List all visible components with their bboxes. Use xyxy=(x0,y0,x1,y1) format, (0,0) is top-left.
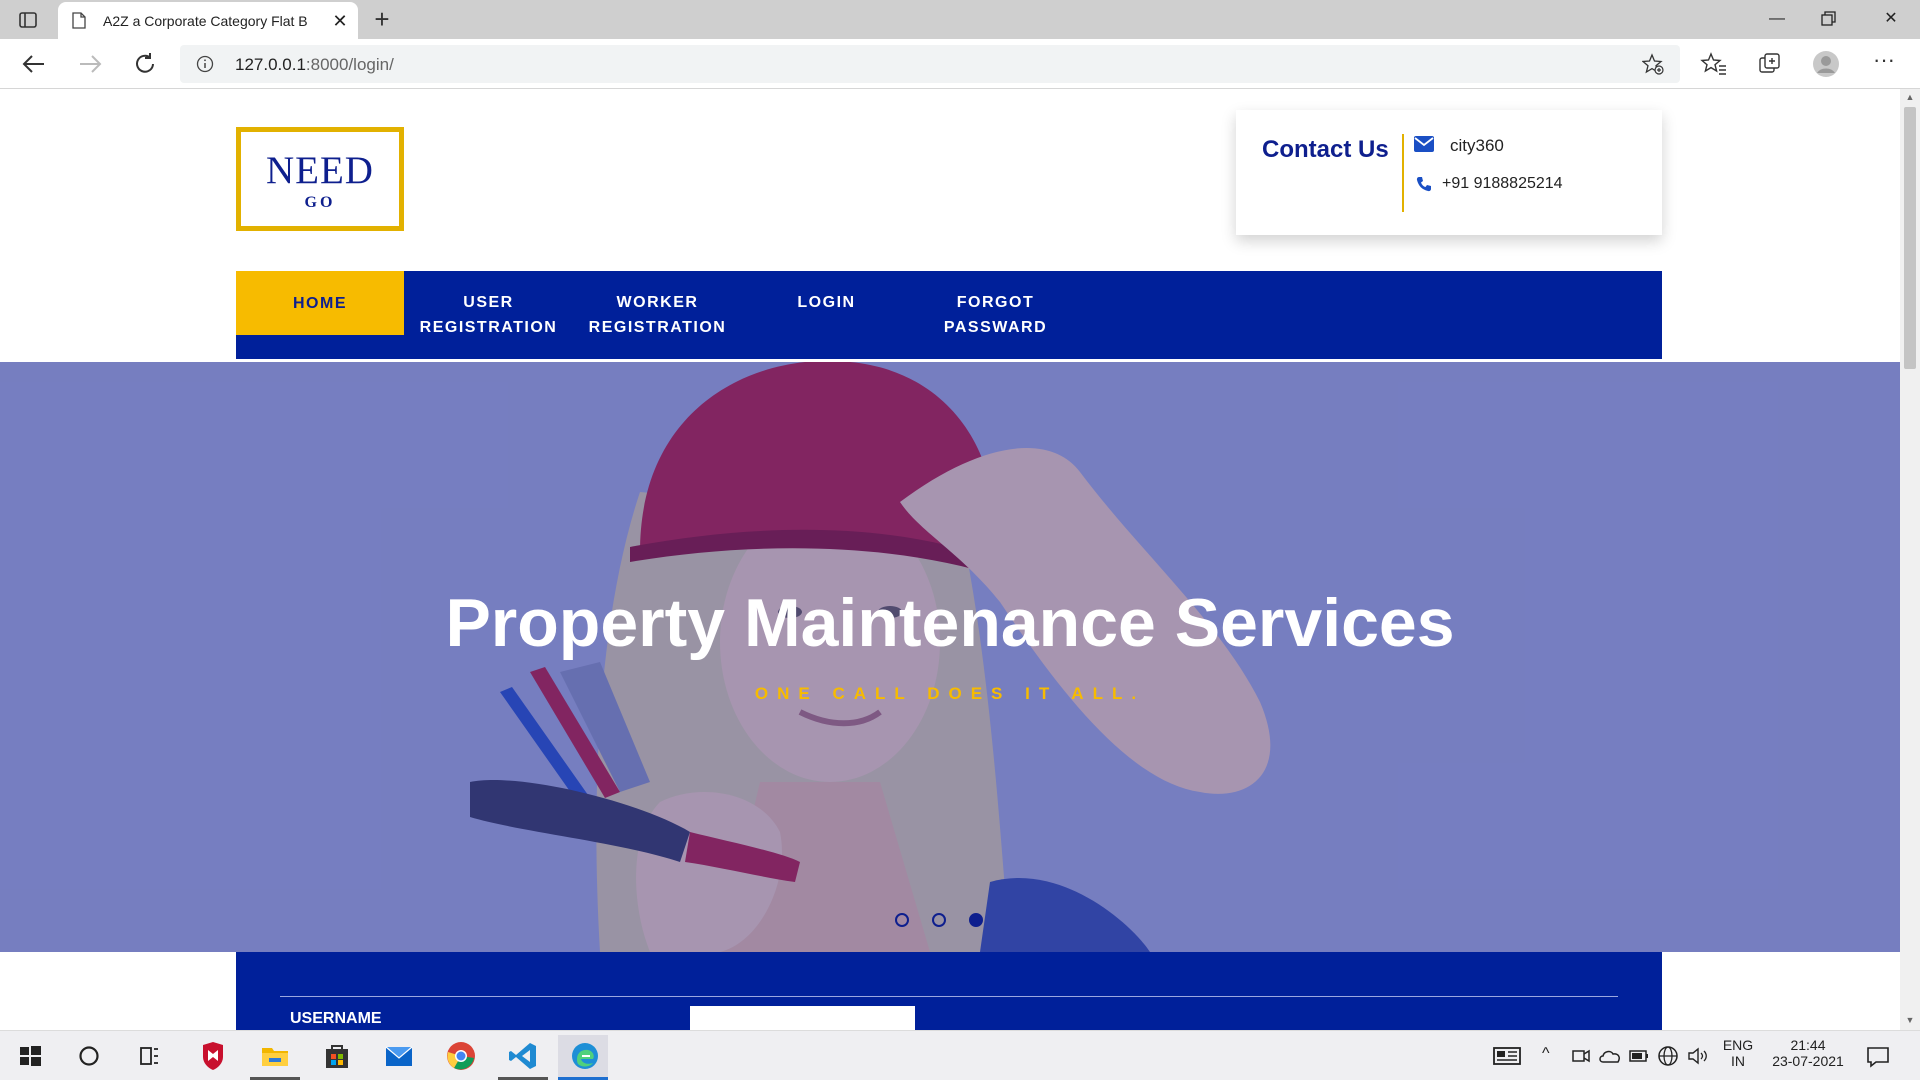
phone-icon xyxy=(1416,177,1431,192)
favorites-icon[interactable] xyxy=(1700,50,1728,78)
windows-taskbar: ^ ENG IN 21:44 23-07-2021 xyxy=(0,1030,1920,1080)
scroll-down-icon[interactable]: ▼ xyxy=(1905,1015,1915,1025)
scroll-up-icon[interactable]: ▲ xyxy=(1905,92,1915,102)
login-form-panel: USERNAME xyxy=(236,952,1662,1030)
page-scrollbar[interactable]: ▲ ▼ xyxy=(1900,89,1920,1030)
restore-icon[interactable] xyxy=(1820,10,1838,28)
lang-top: ENG xyxy=(1722,1037,1754,1053)
logo-main-text: NEED xyxy=(266,149,374,192)
scroll-thumb[interactable] xyxy=(1904,107,1916,369)
forward-arrow-icon[interactable] xyxy=(76,50,104,78)
slider-dot-1[interactable] xyxy=(895,913,909,927)
username-label: USERNAME xyxy=(290,1010,382,1027)
lang-bottom: IN xyxy=(1731,1053,1745,1069)
back-arrow-icon[interactable] xyxy=(20,50,48,78)
nav-user-label-2: REGISTRATION xyxy=(419,319,558,336)
slider-dot-3[interactable] xyxy=(969,913,983,927)
nav-worker-registration[interactable]: WORKER REGISTRATION xyxy=(573,271,742,336)
contact-phone: +91 9188825214 xyxy=(1442,175,1563,192)
onedrive-icon[interactable] xyxy=(1597,1040,1623,1072)
contact-email: city360 xyxy=(1450,136,1504,155)
collections-icon[interactable] xyxy=(1756,50,1784,78)
file-explorer-icon[interactable] xyxy=(259,1040,291,1072)
tray-chevron-icon[interactable]: ^ xyxy=(1542,1045,1550,1063)
nav-worker-label-2: REGISTRATION xyxy=(588,319,727,336)
contact-title: Contact Us xyxy=(1262,136,1389,163)
info-icon[interactable] xyxy=(196,55,214,73)
network-globe-icon[interactable] xyxy=(1656,1040,1680,1072)
clock-time: 21:44 xyxy=(1790,1037,1826,1053)
browser-tab[interactable]: A2Z a Corporate Category Flat B ✕ xyxy=(58,2,358,39)
contact-card: Contact Us city360 +91 9188825214 xyxy=(1236,110,1662,235)
slider-dot-2[interactable] xyxy=(932,913,946,927)
contact-divider xyxy=(1402,134,1404,212)
nav-login[interactable]: LOGIN xyxy=(742,271,911,335)
hero-title: Property Maintenance Services xyxy=(445,585,1455,661)
new-tab-icon[interactable]: + xyxy=(368,6,396,34)
search-circle-icon[interactable] xyxy=(73,1040,105,1072)
volume-icon[interactable] xyxy=(1686,1040,1710,1072)
browser-tab-bar: A2Z a Corporate Category Flat B ✕ + — ✕ xyxy=(0,0,1920,39)
logo-sub-text: GO xyxy=(304,194,336,211)
notifications-icon[interactable] xyxy=(1862,1040,1894,1072)
refresh-icon[interactable] xyxy=(131,50,159,78)
hero-slider: Property Maintenance Services ONE CALL D… xyxy=(0,362,1900,952)
nav-forgot-label-1: FORGOT xyxy=(956,294,1035,311)
store-bag-icon[interactable] xyxy=(321,1040,353,1072)
mail-icon[interactable] xyxy=(383,1040,415,1072)
edge-icon[interactable] xyxy=(569,1040,601,1072)
language-indicator[interactable]: ENG IN xyxy=(1718,1037,1758,1069)
nav-user-registration[interactable]: USER REGISTRATION xyxy=(404,271,573,336)
meet-now-icon[interactable] xyxy=(1570,1040,1592,1072)
windows-start-icon[interactable] xyxy=(14,1040,46,1072)
task-view-icon[interactable] xyxy=(133,1040,165,1072)
username-input[interactable] xyxy=(690,1006,915,1030)
tab-close-icon[interactable]: ✕ xyxy=(330,11,350,31)
clock[interactable]: 21:44 23-07-2021 xyxy=(1764,1037,1852,1069)
nav-home[interactable]: HOME xyxy=(236,271,404,335)
profile-avatar-icon[interactable] xyxy=(1812,50,1840,78)
nav-forgot-password[interactable]: FORGOT PASSWARD xyxy=(911,271,1080,336)
tab-title: A2Z a Corporate Category Flat B xyxy=(103,13,308,29)
page-icon xyxy=(72,12,86,29)
address-bar: 127.0.0.1:8000/login/ ··· xyxy=(0,39,1920,89)
more-menu-icon[interactable]: ··· xyxy=(1870,49,1898,78)
nav-home-label: HOME xyxy=(293,295,347,312)
nav-login-label: LOGIN xyxy=(797,294,856,311)
mcafee-shield-icon[interactable] xyxy=(197,1040,229,1072)
login-divider xyxy=(280,996,1618,997)
window-close-icon[interactable]: ✕ xyxy=(1876,6,1906,32)
main-navbar: HOME USER REGISTRATION WORKER REGISTRATI… xyxy=(236,271,1662,359)
battery-icon[interactable] xyxy=(1628,1040,1650,1072)
page-viewport: NEED GO Contact Us city360 +91 918882521… xyxy=(0,89,1900,1030)
nav-worker-label-1: WORKER xyxy=(616,294,699,311)
tab-actions-icon[interactable] xyxy=(16,8,40,32)
nav-user-label-1: USER xyxy=(463,294,514,311)
site-logo[interactable]: NEED GO xyxy=(236,127,404,231)
url-text: 127.0.0.1:8000/login/ xyxy=(235,55,394,74)
clock-date: 23-07-2021 xyxy=(1772,1053,1844,1069)
chrome-icon[interactable] xyxy=(445,1040,477,1072)
news-widget-icon[interactable] xyxy=(1491,1040,1523,1072)
envelope-icon xyxy=(1414,136,1434,152)
minimize-icon[interactable]: — xyxy=(1762,6,1792,32)
hero-subtitle: ONE CALL DOES IT ALL. xyxy=(754,684,1146,703)
url-field[interactable]: 127.0.0.1:8000/login/ xyxy=(180,45,1680,83)
nav-forgot-label-2: PASSWARD xyxy=(943,319,1048,336)
add-favorite-icon[interactable] xyxy=(1642,53,1664,75)
vscode-icon[interactable] xyxy=(507,1040,539,1072)
